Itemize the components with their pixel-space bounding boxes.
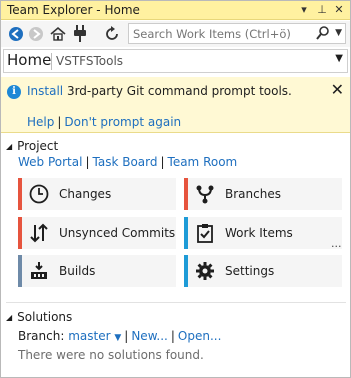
unsynced-commits-tile[interactable]: Unsynced Commits	[18, 217, 176, 249]
no-solutions-message: There were no solutions found.	[18, 348, 204, 362]
branch-selector[interactable]: master ▼	[68, 329, 121, 343]
task-board-link[interactable]: Task Board	[93, 155, 158, 169]
window-menu-dropdown-icon[interactable]: ▾	[297, 2, 311, 18]
home-button[interactable]	[49, 25, 67, 43]
refresh-button[interactable]	[103, 25, 121, 43]
toolbar: ▼	[1, 21, 350, 47]
search-options-dropdown-icon[interactable]: ▼	[335, 25, 342, 42]
window-title: Team Explorer - Home	[7, 3, 140, 17]
tile-label: Builds	[59, 264, 96, 278]
info-message: Install 3rd-party Git command prompt too…	[27, 84, 292, 98]
web-portal-link[interactable]: Web Portal	[18, 155, 82, 169]
close-info-bar-icon[interactable]: ✕	[331, 80, 344, 99]
forward-button[interactable]	[27, 25, 45, 43]
plug-icon	[74, 25, 86, 42]
forward-arrow-icon	[29, 27, 43, 41]
page-dropdown-icon[interactable]: ▼	[335, 53, 343, 64]
close-window-icon[interactable]: ✕	[332, 2, 346, 18]
info-bar-links: Help | Don't prompt again	[27, 115, 181, 129]
pin-icon[interactable]: ⊥	[315, 2, 329, 18]
help-link[interactable]: Help	[27, 115, 54, 129]
link-separator: |	[57, 115, 62, 129]
gear-icon	[194, 260, 216, 282]
search-work-items[interactable]: ▼	[128, 23, 346, 44]
new-solution-link[interactable]: New...	[131, 329, 168, 343]
more-options-button[interactable]: ...	[331, 237, 342, 250]
refresh-icon	[106, 26, 118, 40]
tile-label: Settings	[225, 264, 275, 278]
dont-prompt-again-link[interactable]: Don't prompt again	[64, 115, 181, 129]
branch-label: Branch:	[18, 329, 65, 343]
builds-tile[interactable]: Builds	[18, 255, 176, 287]
info-icon: i	[7, 85, 21, 99]
solutions-section-title: Solutions	[17, 310, 73, 324]
info-message-text: 3rd-party Git command prompt tools.	[63, 84, 292, 98]
project-section-header[interactable]: ◢ Project	[6, 139, 58, 153]
project-section-title: Project	[17, 139, 59, 153]
branch-value[interactable]: master	[68, 329, 110, 343]
tile-label: Changes	[59, 187, 112, 201]
info-bar: i Install 3rd-party Git command prompt t…	[1, 77, 350, 133]
page-title: Home	[7, 51, 52, 69]
link-separator: |	[170, 329, 175, 343]
changes-tile[interactable]: Changes	[18, 178, 176, 210]
branch-icon	[194, 183, 216, 205]
project-links: Web Portal | Task Board | Team Room	[18, 155, 237, 169]
link-separator: |	[160, 155, 165, 169]
title-bar: Team Explorer - Home ▾ ⊥ ✕	[1, 1, 350, 20]
branch-line: Branch: master ▼ | New... | Open...	[18, 329, 221, 343]
tile-label: Unsynced Commits	[59, 226, 176, 240]
page-title-separator	[51, 53, 52, 70]
back-button[interactable]	[7, 25, 25, 43]
branches-tile[interactable]: Branches	[184, 178, 342, 210]
solutions-section-header[interactable]: ◢ Solutions	[6, 310, 72, 324]
collapse-caret-icon[interactable]: ◢	[6, 313, 12, 322]
home-icon	[50, 26, 66, 41]
link-separator: |	[124, 329, 129, 343]
tile-label: Branches	[225, 187, 281, 201]
section-divider	[6, 302, 346, 303]
clipboard-check-icon	[194, 222, 216, 244]
sync-arrows-icon	[28, 222, 50, 244]
tile-label: Work Items	[225, 226, 293, 240]
page-selector[interactable]: Home VSTFSTools ▼	[3, 49, 348, 73]
install-link[interactable]: Install	[27, 84, 63, 98]
team-room-link[interactable]: Team Room	[168, 155, 238, 169]
connect-button[interactable]	[71, 25, 89, 43]
search-icon[interactable]	[316, 26, 329, 43]
back-arrow-icon	[9, 27, 23, 41]
project-name: VSTFSTools	[56, 54, 124, 68]
team-explorer-window: Team Explorer - Home ▾ ⊥ ✕ ▼ Home	[0, 0, 351, 378]
build-icon	[28, 260, 50, 282]
settings-tile[interactable]: Settings	[184, 255, 342, 287]
work-items-tile[interactable]: Work Items	[184, 217, 342, 249]
link-separator: |	[85, 155, 90, 169]
search-input[interactable]	[133, 25, 313, 42]
collapse-caret-icon[interactable]: ◢	[6, 142, 12, 151]
clock-icon	[28, 183, 50, 205]
open-solution-link[interactable]: Open...	[178, 329, 222, 343]
